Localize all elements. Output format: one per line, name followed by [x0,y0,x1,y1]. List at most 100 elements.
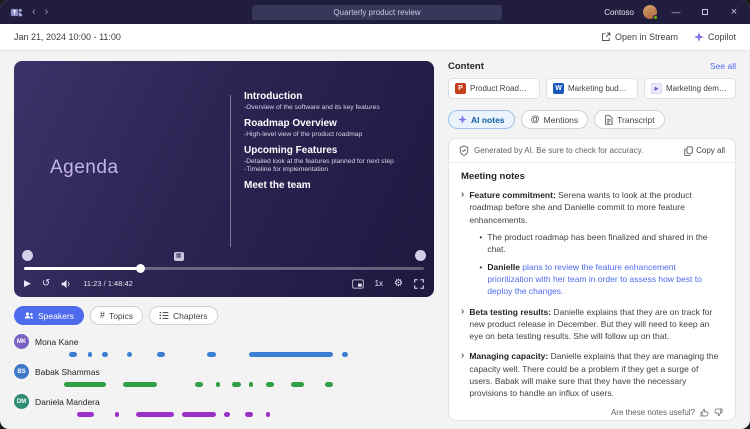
tab-transcript[interactable]: Transcript [594,110,665,129]
chevron-right-icon[interactable]: › [461,306,464,343]
slide-bullet: -Timeline for implementation [244,166,329,173]
speech-segment [123,382,157,387]
app-window: ‹ › Quarterly product review Contoso — ×… [0,0,750,429]
speaker-name: Daniela Mandera [35,396,100,407]
note-lead: Managing capacity: [469,351,549,362]
back-icon[interactable]: ‹ [32,6,36,18]
slide-content: Introduction -Overview of the software an… [244,91,424,193]
bullet-icon: • [479,231,483,242]
copilot-label: Copilot [707,32,736,42]
speech-segment [215,382,220,387]
timeline-marker-left-icon[interactable] [22,250,33,261]
file-chip[interactable]: ▶ Marketing demo... [644,78,736,99]
speaker-list: MK Mona Kane BS Babak Shammas DM Daniela Mand… [14,334,434,421]
slide-divider [230,95,231,247]
speech-segment [68,352,77,357]
filter-label: Chapters [173,310,208,321]
play-button[interactable]: ▶ [24,279,31,288]
tab-ai-notes[interactable]: AI notes [448,110,515,129]
minimize-button[interactable]: — [666,7,686,17]
search-bar[interactable]: Quarterly product review [252,4,502,20]
powerpoint-file-icon: P [455,83,466,94]
settings-gear-icon[interactable]: ⚙ [394,278,403,289]
meeting-datetime: Jan 21, 2024 10:00 - 11:00 [14,32,121,42]
file-chip[interactable]: W Marketing budget... [546,78,638,99]
replay-10-button[interactable]: ↺ [42,278,50,289]
note-text: Feature commitment: Serena wants to look… [469,189,723,298]
file-chip[interactable]: P Product Roadmap... [448,78,540,99]
timeline-marker-right-icon[interactable] [415,250,426,261]
thumbs-down-icon[interactable] [714,408,723,417]
maximize-button[interactable] [695,7,715,17]
chapter-marker-icon[interactable]: ▦ [173,252,184,261]
speaker-avatar: MK [14,334,29,349]
note-item: › Managing capacity: Danielle explains th… [461,350,723,399]
note-item: › Feature commitment: Serena wants to loo… [461,189,723,298]
note-sub-item: • The product roadmap has been finalized … [479,231,723,256]
slide-bullet: -Detailed look at the features planned f… [244,158,394,165]
speaker-timeline[interactable] [14,352,434,357]
speaker-row: DM Daniela Mandera [14,394,434,417]
slide-heading: Upcoming Features [244,145,338,156]
forward-icon[interactable]: › [45,6,49,18]
picture-in-picture-button[interactable] [351,279,364,289]
tab-label: Transcript [617,114,655,125]
chevron-right-icon[interactable]: › [461,350,464,399]
account-avatar[interactable] [643,5,658,20]
chevron-right-icon[interactable]: › [461,189,464,298]
filter-label: Topics [108,310,134,321]
playback-speed-button[interactable]: 1x [375,279,383,288]
tab-mentions[interactable]: @ Mentions [520,110,589,129]
filter-chapters[interactable]: Chapters [149,306,218,325]
copy-icon [684,145,693,156]
fullscreen-button[interactable] [414,278,424,289]
volume-button[interactable] [61,279,72,289]
filter-topics[interactable]: # Topics [89,306,144,325]
speech-segment [114,412,119,417]
copy-all-button[interactable]: Copy all [684,145,725,156]
bullet-icon: • [479,261,483,272]
hash-icon: # [99,310,105,320]
speech-segment [64,382,107,387]
close-button[interactable]: × [724,6,744,18]
speaker-row: BS Babak Shammas [14,364,434,387]
speech-segment [194,382,203,387]
speaker-header: BS Babak Shammas [14,364,434,379]
speech-segment [182,412,216,417]
speaker-timeline[interactable] [14,412,434,417]
note-text: Managing capacity: Danielle explains tha… [469,350,723,399]
time-display: 11:23 / 1:48:42 [83,279,133,288]
note-item: › Beta testing results: Danielle explains… [461,306,723,343]
speaker-name: Babak Shammas [35,366,100,377]
meeting-header: Jan 21, 2024 10:00 - 11:00 Open in Strea… [0,24,750,51]
note-lead: Feature commitment: [469,190,556,200]
speech-segment [156,352,166,357]
thumbs-up-icon[interactable] [700,408,709,417]
note-lead: Beta testing results: [469,306,552,317]
slide-heading: Roadmap Overview [244,118,337,129]
tab-label: Mentions [543,114,579,125]
player-controls: ▶ ↺ 11:23 / 1:48:42 1x ⚙ [14,270,434,297]
file-name: Marketing demo... [666,84,729,93]
see-all-link[interactable]: See all [710,61,736,71]
at-icon: @ [530,114,540,124]
speaker-timeline[interactable] [14,382,434,387]
slide-bullet: -High-level view of the product roadmap [244,131,363,138]
speech-segment [266,382,275,387]
video-player[interactable]: Agenda Introduction -Overview of the soft… [14,61,434,297]
note-sub-rest: The product roadmap has been finalized a… [487,231,708,255]
main-content: Agenda Introduction -Overview of the soft… [0,51,750,429]
note-sub-item: • Danielle plans to review the feature en… [479,261,723,298]
filter-speakers[interactable]: Speakers [14,306,84,325]
open-in-stream-button[interactable]: Open in Stream [601,32,678,42]
slide-bullet: -Overview of the software and its key fe… [244,104,380,111]
speaker-name: Mona Kane [35,336,79,347]
copilot-button[interactable]: Copilot [693,32,736,42]
speech-segment [245,412,254,417]
filter-label: Speakers [38,310,74,321]
video-file-icon: ▶ [651,83,662,94]
file-name: Product Roadmap... [470,84,533,93]
slide-section: Upcoming Features -Detailed look at the f… [244,145,424,173]
note-text: Beta testing results: Danielle explains … [469,306,723,343]
speech-segment [224,412,231,417]
